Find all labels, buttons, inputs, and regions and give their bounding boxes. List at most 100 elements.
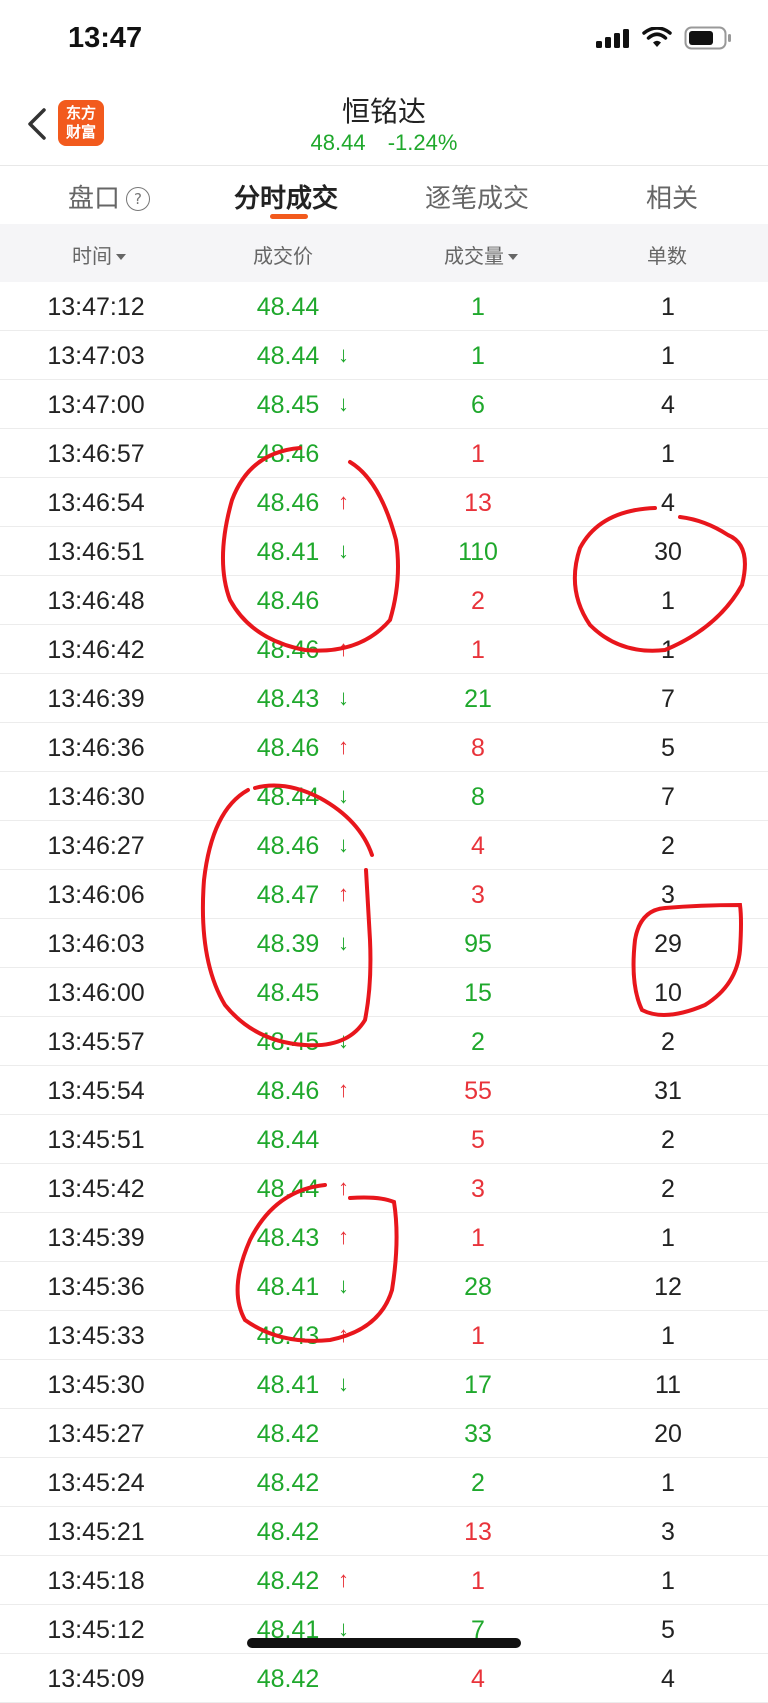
- home-indicator[interactable]: [247, 1638, 521, 1648]
- column-volume[interactable]: 成交量: [444, 240, 518, 269]
- trade-count: 29: [654, 930, 682, 958]
- trade-time: 13:46:27: [47, 832, 145, 860]
- column-time[interactable]: 时间: [72, 240, 126, 269]
- trade-row[interactable]: 13:46:27 48.46 ↓ 4 2: [0, 821, 768, 870]
- trade-time: 13:47:03: [47, 342, 145, 370]
- arrow-up-icon: ↑: [338, 734, 349, 759]
- trade-volume: 3: [471, 1175, 485, 1203]
- trade-price: 48.46: [256, 1077, 320, 1105]
- trade-time: 13:45:30: [47, 1371, 145, 1399]
- trade-count: 30: [654, 538, 682, 566]
- trade-count: 1: [661, 1224, 675, 1252]
- column-price-label: 成交价: [253, 244, 313, 268]
- column-count: 单数: [647, 240, 687, 269]
- trade-row[interactable]: 13:46:00 48.45 15 10: [0, 968, 768, 1017]
- stock-change: -1.24%: [387, 130, 458, 155]
- column-volume-label: 成交量: [444, 244, 504, 268]
- trade-time: 13:45:57: [47, 1028, 145, 1056]
- trade-row[interactable]: 13:46:51 48.41 ↓ 110 30: [0, 527, 768, 576]
- trade-price: 48.46: [256, 734, 320, 762]
- status-icons: [596, 26, 732, 50]
- active-tab-indicator: [270, 214, 308, 219]
- trade-row[interactable]: 13:45:30 48.41 ↓ 17 11: [0, 1360, 768, 1409]
- arrow-up-icon: ↑: [338, 881, 349, 906]
- trade-row[interactable]: 13:45:51 48.44 5 2: [0, 1115, 768, 1164]
- tab-related-label: 相关: [646, 184, 699, 214]
- trade-price: 48.42: [256, 1420, 320, 1448]
- help-icon[interactable]: ?: [126, 187, 151, 211]
- trade-row[interactable]: 13:47:00 48.45 ↓ 6 4: [0, 380, 768, 429]
- nav-bar: 东方 财富 恒铭达 48.44 -1.24%: [0, 84, 768, 164]
- wifi-icon: [642, 27, 672, 47]
- trade-volume: 3: [471, 881, 485, 909]
- trade-time: 13:46:30: [47, 783, 145, 811]
- trade-row[interactable]: 13:45:54 48.46 ↑ 55 31: [0, 1066, 768, 1115]
- trade-count: 1: [661, 1322, 675, 1350]
- trade-price: 48.42: [256, 1469, 320, 1497]
- arrow-up-icon: ↑: [338, 636, 349, 661]
- tab-order-book[interactable]: 盘口?: [68, 178, 151, 215]
- trade-time: 13:45:27: [47, 1420, 145, 1448]
- arrow-down-icon: ↓: [338, 930, 349, 955]
- trade-time: 13:46:03: [47, 930, 145, 958]
- trade-volume: 1: [471, 636, 485, 664]
- trade-row[interactable]: 13:46:57 48.46 1 1: [0, 429, 768, 478]
- trade-row[interactable]: 13:46:30 48.44 ↓ 8 7: [0, 772, 768, 821]
- trade-row[interactable]: 13:47:03 48.44 ↓ 1 1: [0, 331, 768, 380]
- trade-row[interactable]: 13:46:36 48.46 ↑ 8 5: [0, 723, 768, 772]
- trade-row[interactable]: 13:45:39 48.43 ↑ 1 1: [0, 1213, 768, 1262]
- trade-time: 13:46:00: [47, 979, 145, 1007]
- arrow-up-icon: ↑: [338, 1567, 349, 1592]
- trade-row[interactable]: 13:45:09 48.42 4 4: [0, 1654, 768, 1703]
- trade-row[interactable]: 13:45:27 48.42 33 20: [0, 1409, 768, 1458]
- trade-row[interactable]: 13:45:33 48.43 ↑ 1 1: [0, 1311, 768, 1360]
- trade-row[interactable]: 13:47:12 48.44 1 1: [0, 282, 768, 331]
- trade-row[interactable]: 13:46:48 48.46 2 1: [0, 576, 768, 625]
- tab-related[interactable]: 相关: [646, 178, 698, 215]
- trade-list[interactable]: 13:47:12 48.44 1 1 13:47:03 48.44 ↓ 1 1 13:47:00 4…: [0, 282, 768, 1703]
- trade-count: 20: [654, 1420, 682, 1448]
- trade-time: 13:45:39: [47, 1224, 145, 1252]
- trade-price: 48.42: [256, 1665, 320, 1693]
- trade-price: 48.46: [256, 832, 320, 860]
- trade-time: 13:47:12: [47, 293, 145, 321]
- trade-time: 13:46:42: [47, 636, 145, 664]
- trade-time: 13:46:36: [47, 734, 145, 762]
- trade-row[interactable]: 13:45:42 48.44 ↑ 3 2: [0, 1164, 768, 1213]
- sort-caret-icon: [116, 254, 126, 260]
- trade-price: 48.46: [256, 587, 320, 615]
- arrow-down-icon: ↓: [338, 342, 349, 367]
- arrow-down-icon: ↓: [338, 391, 349, 416]
- trade-price: 48.44: [256, 1175, 320, 1203]
- trade-price: 48.44: [256, 342, 320, 370]
- trade-row[interactable]: 13:45:24 48.42 2 1: [0, 1458, 768, 1507]
- trade-row[interactable]: 13:46:42 48.46 ↑ 1 1: [0, 625, 768, 674]
- trade-count: 31: [654, 1077, 682, 1105]
- trade-price: 48.44: [256, 293, 320, 321]
- trade-row[interactable]: 13:46:39 48.43 ↓ 21 7: [0, 674, 768, 723]
- column-price: 成交价: [253, 240, 313, 269]
- trade-volume: 17: [464, 1371, 492, 1399]
- trade-volume: 55: [464, 1077, 492, 1105]
- tab-order-book-label: 盘口: [68, 184, 121, 214]
- trade-price: 48.45: [256, 1028, 320, 1056]
- arrow-up-icon: ↑: [338, 1224, 349, 1249]
- stock-quote: 48.44 -1.24%: [0, 130, 768, 156]
- trade-row[interactable]: 13:45:36 48.41 ↓ 28 12: [0, 1262, 768, 1311]
- trade-count: 1: [661, 636, 675, 664]
- trade-row[interactable]: 13:45:21 48.42 13 3: [0, 1507, 768, 1556]
- tab-minute-trades[interactable]: 分时成交: [234, 178, 338, 215]
- trade-row[interactable]: 13:46:03 48.39 ↓ 95 29: [0, 919, 768, 968]
- trade-price: 48.41: [256, 538, 320, 566]
- trade-count: 3: [661, 881, 675, 909]
- trade-price: 48.43: [256, 1322, 320, 1350]
- trade-row[interactable]: 13:46:54 48.46 ↑ 13 4: [0, 478, 768, 527]
- trade-row[interactable]: 13:45:57 48.45 ↓ 2 2: [0, 1017, 768, 1066]
- trade-row[interactable]: 13:46:06 48.47 ↑ 3 3: [0, 870, 768, 919]
- trade-price: 48.46: [256, 636, 320, 664]
- arrow-up-icon: ↑: [338, 489, 349, 514]
- trade-row[interactable]: 13:45:18 48.42 ↑ 1 1: [0, 1556, 768, 1605]
- trade-volume: 13: [464, 489, 492, 517]
- arrow-down-icon: ↓: [338, 832, 349, 857]
- tab-tick-trades[interactable]: 逐笔成交: [425, 178, 529, 215]
